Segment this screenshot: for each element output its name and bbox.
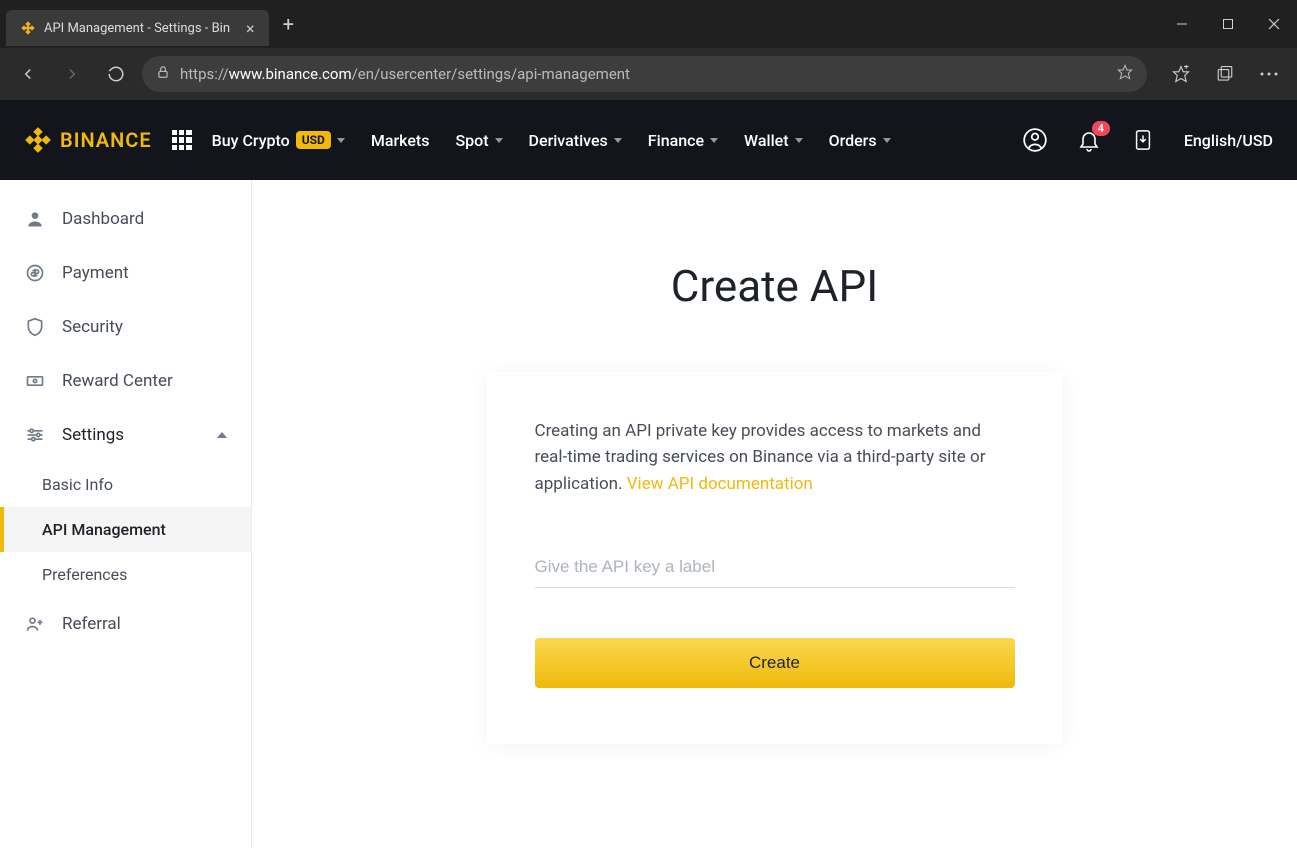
new-tab-button[interactable]: + [283,12,294,36]
sidebar-label: Payment [62,263,129,283]
view-api-docs-link[interactable]: View API documentation [627,474,813,494]
url-text: https://www.binance.com/en/usercenter/se… [180,65,1107,83]
caret-down-icon [337,138,345,143]
browser-tab[interactable]: API Management - Settings - Bin × [6,10,269,46]
favorites-button[interactable] [1163,56,1199,92]
api-label-input[interactable] [535,547,1015,588]
nav-buy-crypto[interactable]: Buy CryptoUSD [212,131,345,150]
minimize-button[interactable] [1159,0,1205,48]
notification-icon[interactable]: 4 [1076,127,1102,153]
dollar-icon [24,262,46,284]
address-bar: https://www.binance.com/en/usercenter/se… [0,48,1297,100]
site-header: BINANCE Buy CryptoUSD Markets Spot Deriv… [0,100,1297,180]
sidebar-label: Security [62,317,123,337]
sidebar-sub-api-management[interactable]: API Management [0,507,251,552]
nav-derivatives[interactable]: Derivatives [529,131,622,150]
caret-down-icon [795,138,803,143]
sidebar-label: Reward Center [62,371,173,391]
url-input[interactable]: https://www.binance.com/en/usercenter/se… [142,56,1147,92]
user-icon [24,208,46,230]
nav-orders[interactable]: Orders [829,131,891,150]
sidebar-item-settings[interactable]: Settings [0,408,251,462]
language-currency-selector[interactable]: English/USD [1184,131,1273,150]
sidebar-item-reward-center[interactable]: Reward Center [0,354,251,408]
sliders-icon [24,424,46,446]
tab-bar: API Management - Settings - Bin × + [0,0,1297,48]
forward-button[interactable] [54,56,90,92]
nav-spot[interactable]: Spot [455,131,502,150]
card-description: Creating an API private key provides acc… [535,418,1015,497]
sidebar-item-dashboard[interactable]: Dashboard [0,192,251,246]
usd-badge: USD [296,131,331,149]
sidebar-label: Dashboard [62,209,144,229]
settings-submenu: Basic Info API Management Preferences [0,462,251,597]
account-icon[interactable] [1022,127,1048,153]
create-api-card: Creating an API private key provides acc… [487,372,1063,744]
lock-icon [156,65,170,83]
sidebar-item-security[interactable]: Security [0,300,251,354]
content-area: Dashboard Payment Security Reward Center… [0,180,1297,848]
close-window-button[interactable] [1251,0,1297,48]
nav-menu: Buy CryptoUSD Markets Spot Derivatives F… [212,131,891,150]
brand-text: BINANCE [60,128,152,152]
download-icon[interactable] [1130,127,1156,153]
sidebar-label: Settings [62,425,124,445]
notification-badge: 4 [1092,121,1110,136]
window-controls [1159,0,1297,48]
sidebar-sub-basic-info[interactable]: Basic Info [0,462,251,507]
favicon-icon [20,20,36,36]
page-title: Create API [671,260,878,312]
sidebar-sub-preferences[interactable]: Preferences [0,552,251,597]
main-content: Create API Creating an API private key p… [252,180,1297,848]
back-button[interactable] [10,56,46,92]
apps-grid-icon[interactable] [172,130,192,150]
caret-down-icon [614,138,622,143]
caret-up-icon [217,432,227,438]
referral-icon [24,613,46,635]
refresh-button[interactable] [98,56,134,92]
maximize-button[interactable] [1205,0,1251,48]
favorite-icon[interactable] [1117,64,1133,84]
binance-logo[interactable]: BINANCE [24,126,152,154]
caret-down-icon [495,138,503,143]
shield-icon [24,316,46,338]
nav-wallet[interactable]: Wallet [744,131,803,150]
ticket-icon [24,370,46,392]
nav-finance[interactable]: Finance [648,131,718,150]
create-button[interactable]: Create [535,638,1015,688]
nav-markets[interactable]: Markets [371,131,430,150]
sidebar-item-payment[interactable]: Payment [0,246,251,300]
sidebar-item-referral[interactable]: Referral [0,597,251,651]
tab-title: API Management - Settings - Bin [44,21,230,36]
caret-down-icon [883,138,891,143]
browser-chrome: API Management - Settings - Bin × + http… [0,0,1297,100]
sidebar-label: Referral [62,614,121,634]
collections-button[interactable] [1207,56,1243,92]
more-button[interactable] [1251,56,1287,92]
close-tab-icon[interactable]: × [246,19,255,38]
caret-down-icon [710,138,718,143]
sidebar: Dashboard Payment Security Reward Center… [0,180,252,848]
